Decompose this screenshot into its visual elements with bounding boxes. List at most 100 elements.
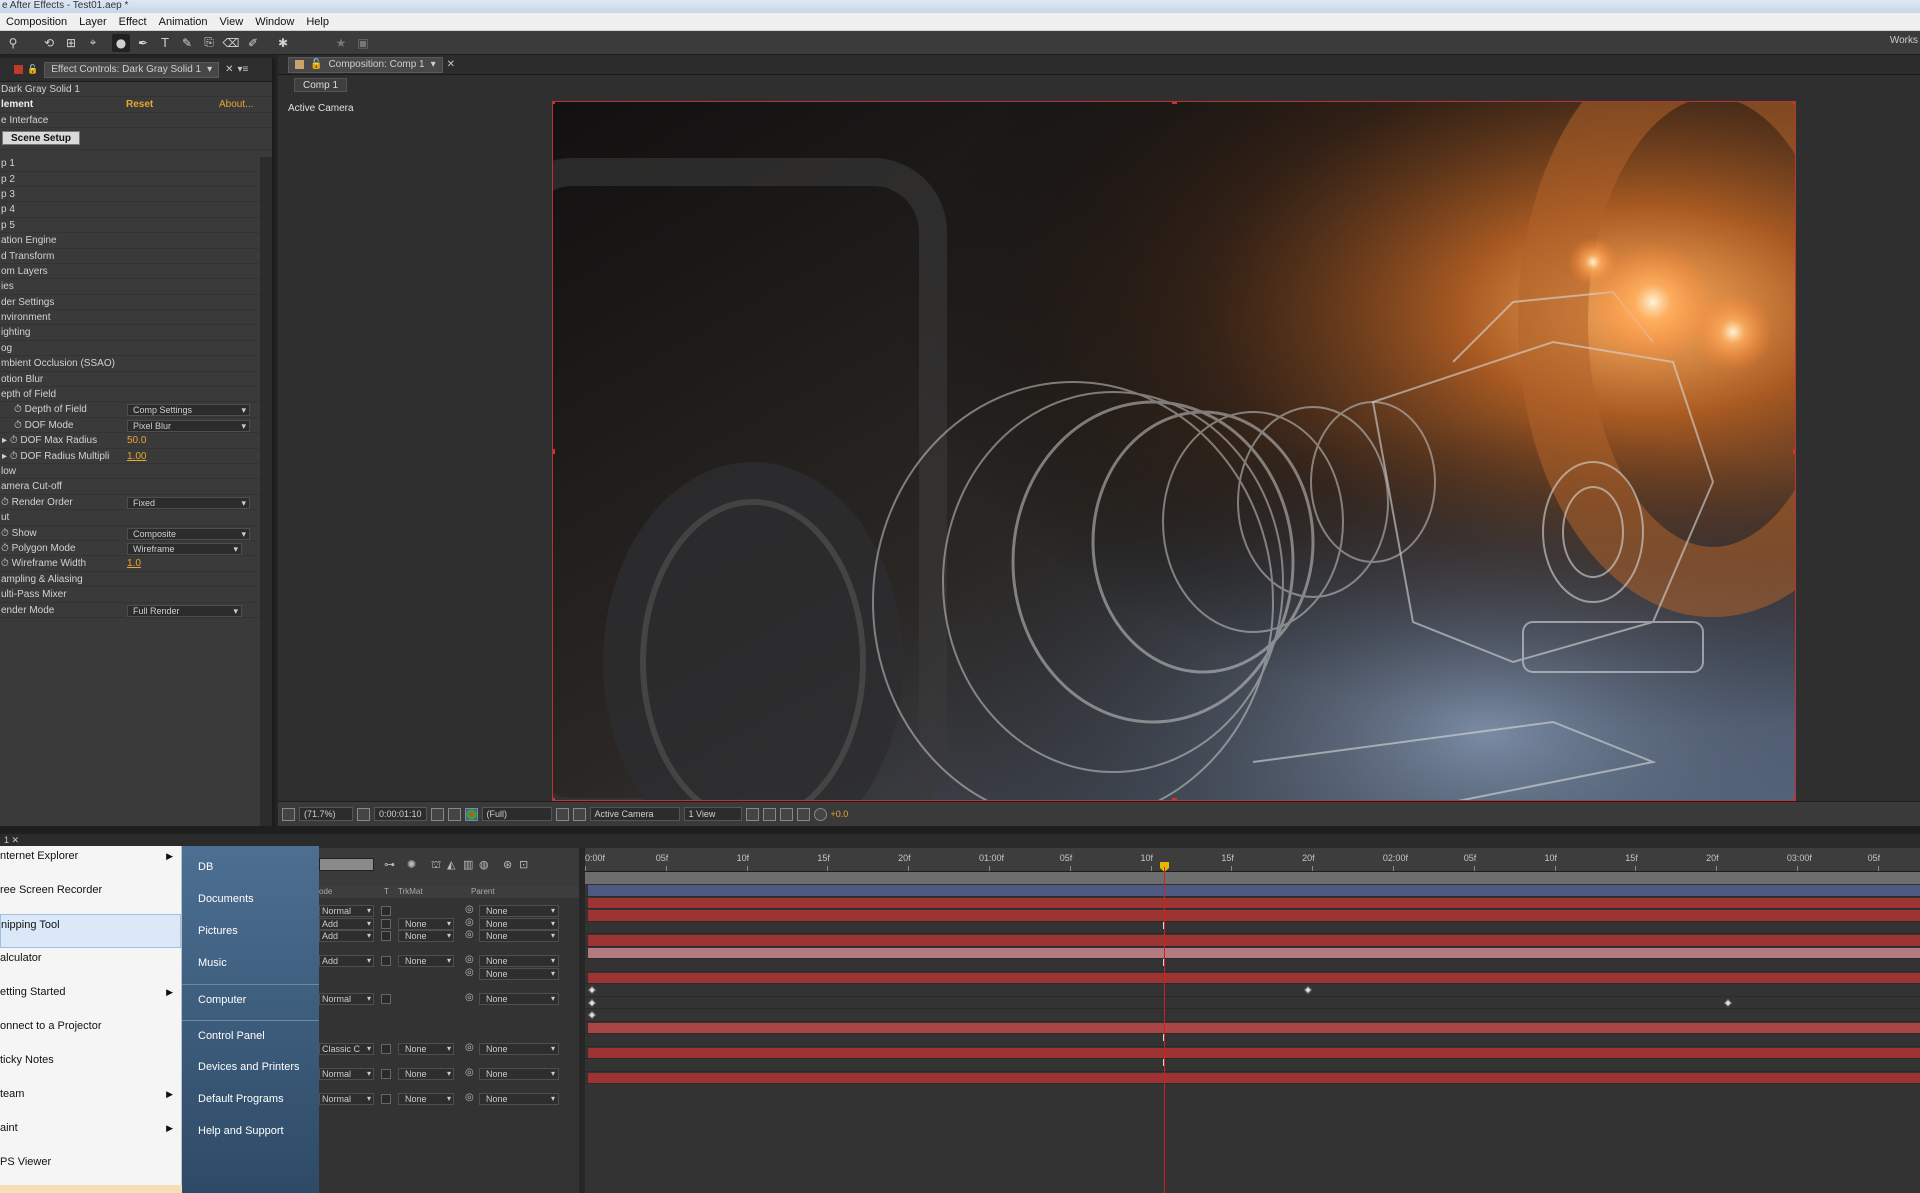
current-time-indicator-line[interactable] — [1164, 867, 1165, 1193]
composition-viewer[interactable] — [552, 101, 1796, 801]
camera-orbit-icon[interactable]: ⊞ — [62, 34, 80, 52]
expand-arrow-icon[interactable]: ▸ — [2, 435, 7, 446]
group-item[interactable]: der Settings — [0, 295, 272, 311]
parent-dropdown[interactable]: None — [479, 1092, 559, 1105]
start-menu-place[interactable]: DB — [182, 852, 319, 884]
lock-icon[interactable]: 🔓 — [310, 58, 322, 72]
about-link[interactable]: About... — [219, 97, 253, 112]
close-icon[interactable]: ✕ — [447, 59, 455, 70]
group-item[interactable]: ut — [0, 510, 272, 526]
start-menu-place[interactable]: Documents — [182, 884, 319, 916]
view-layout-dropdown[interactable]: 1 View — [683, 807, 742, 821]
stopwatch-icon[interactable]: ⏱ — [10, 451, 18, 462]
group-item[interactable]: ulti-Pass Mixer — [0, 587, 272, 603]
transparency-grid-icon[interactable] — [572, 807, 586, 821]
stopwatch-icon[interactable]: ⏱ — [1, 558, 9, 569]
parent-dropdown[interactable]: None — [479, 930, 559, 942]
draft-3d-icon[interactable]: ⛫ — [431, 858, 445, 871]
timeline-icon[interactable] — [779, 807, 793, 821]
layer-duration-bar[interactable] — [588, 1072, 1920, 1083]
frame-blending-icon[interactable]: ▥ — [463, 858, 477, 871]
star-icon[interactable]: ★ — [332, 34, 350, 52]
lock-icon[interactable]: 🔓 — [27, 64, 38, 75]
stopwatch-icon[interactable]: ⏱ — [1, 497, 9, 508]
group-item[interactable]: low — [0, 464, 272, 480]
start-menu-place[interactable]: Devices and Printers — [182, 1052, 319, 1084]
group-item[interactable]: ampling & Aliasing — [0, 572, 272, 588]
preserve-transparency-checkbox[interactable] — [381, 931, 391, 941]
blend-mode-dropdown[interactable]: Normal — [319, 992, 374, 1005]
color-channel-icon[interactable] — [464, 807, 478, 821]
resolution-dropdown[interactable]: (Full) — [481, 807, 552, 821]
comp-mini-flowchart-icon[interactable]: ⊶ — [384, 858, 398, 871]
layer-duration-bar[interactable] — [588, 885, 1920, 896]
parent-pickwhip-icon[interactable]: ◎ — [465, 904, 474, 915]
start-menu-place[interactable]: Computer — [182, 984, 319, 1016]
menu-window[interactable]: Window — [249, 16, 300, 28]
start-menu-place[interactable]: Help and Support — [182, 1116, 319, 1148]
group-item[interactable]: og — [0, 341, 272, 357]
t-column-header[interactable]: T — [384, 887, 389, 896]
layer-duration-bar[interactable] — [588, 1047, 1920, 1058]
work-area-bar[interactable] — [585, 872, 1920, 884]
parent-pickwhip-icon[interactable]: ◎ — [465, 967, 474, 978]
ellipse-tool-icon[interactable]: ● — [112, 33, 130, 52]
layer-duration-bar[interactable] — [588, 935, 1920, 946]
comp-breadcrumb[interactable]: Comp 1 — [294, 78, 348, 92]
hide-shy-icon[interactable]: ◭ — [447, 858, 461, 871]
preserve-transparency-checkbox[interactable] — [381, 956, 391, 966]
group-item[interactable]: d Transform — [0, 249, 272, 264]
start-menu-program[interactable]: ree Screen Recorder — [0, 880, 181, 914]
track-matte-dropdown[interactable]: None — [398, 1092, 454, 1105]
brainstorm-icon[interactable]: ⊛ — [503, 858, 517, 871]
start-menu-place[interactable]: Default Programs — [182, 1084, 319, 1116]
resize-handle[interactable] — [1793, 449, 1795, 454]
parent-pickwhip-icon[interactable]: ◎ — [465, 954, 474, 965]
track-matte-dropdown[interactable]: None — [398, 1042, 454, 1055]
safe-zones-icon[interactable] — [357, 807, 370, 821]
polygon-mode-dropdown[interactable]: Wireframe — [127, 542, 242, 555]
time-ruler[interactable]: 0:00f 05f 10f 15f 20f 01:00f 05f 10f 15f 20f 02:00… — [585, 848, 1920, 872]
flowchart-icon[interactable] — [796, 807, 810, 821]
start-menu-program[interactable]: ticky Notes — [0, 1050, 181, 1084]
parent-pickwhip-icon[interactable]: ◎ — [465, 929, 474, 940]
parent-dropdown[interactable]: None — [479, 955, 559, 967]
preserve-transparency-checkbox[interactable] — [381, 906, 391, 916]
layer-duration-bar[interactable] — [588, 897, 1920, 908]
menu-help[interactable]: Help — [300, 16, 335, 28]
menu-view[interactable]: View — [214, 16, 250, 28]
tab-dropdown-icon[interactable]: ▾ — [431, 58, 436, 72]
wireframe-width-value[interactable]: 1.0 — [127, 556, 141, 571]
start-menu-place[interactable]: Control Panel — [182, 1020, 319, 1052]
start-menu-program[interactable]: etting Started ▶ — [0, 982, 181, 1016]
track-matte-dropdown[interactable]: None — [398, 930, 454, 942]
parent-dropdown[interactable]: None — [479, 992, 559, 1005]
parent-pickwhip-icon[interactable]: ◎ — [465, 1042, 474, 1053]
preserve-transparency-checkbox[interactable] — [381, 1093, 391, 1104]
parent-pickwhip-icon[interactable]: ◎ — [465, 917, 474, 928]
group-item[interactable]: epth of Field — [0, 387, 272, 403]
start-menu-program[interactable]: nipping Tool — [0, 914, 181, 948]
local-axis-icon[interactable]: ▣ — [354, 34, 372, 52]
timeline-search-input[interactable] — [319, 858, 374, 871]
panel-divider[interactable] — [0, 826, 1920, 834]
blend-mode-dropdown[interactable]: Normal — [319, 1067, 374, 1080]
blend-mode-dropdown[interactable]: Classic C — [319, 1042, 374, 1055]
group-item[interactable]: p 2 — [0, 172, 272, 187]
start-menu-program[interactable]: onnect to a Projector — [0, 1016, 181, 1050]
eraser-tool-icon[interactable]: ⌫ — [222, 34, 240, 52]
interface-row[interactable]: e Interface — [0, 113, 272, 129]
group-item[interactable]: p 3 — [0, 187, 272, 203]
zoom-tool-icon[interactable]: ⚲ — [4, 34, 22, 52]
group-item[interactable]: p 5 — [0, 218, 272, 234]
preserve-transparency-checkbox[interactable] — [381, 1068, 391, 1079]
stopwatch-icon[interactable]: ⏱ — [1, 543, 9, 554]
exposure-icon[interactable] — [813, 807, 827, 821]
start-menu-place[interactable]: Music — [182, 948, 319, 980]
exposure-value[interactable]: +0.0 — [831, 809, 849, 819]
type-tool-icon[interactable]: T — [156, 34, 174, 52]
reset-link[interactable]: Reset — [126, 97, 153, 112]
dof-mode-dropdown[interactable]: Pixel Blur — [127, 419, 250, 432]
close-icon[interactable]: ✕ — [12, 835, 20, 845]
resize-handle[interactable] — [553, 449, 555, 454]
